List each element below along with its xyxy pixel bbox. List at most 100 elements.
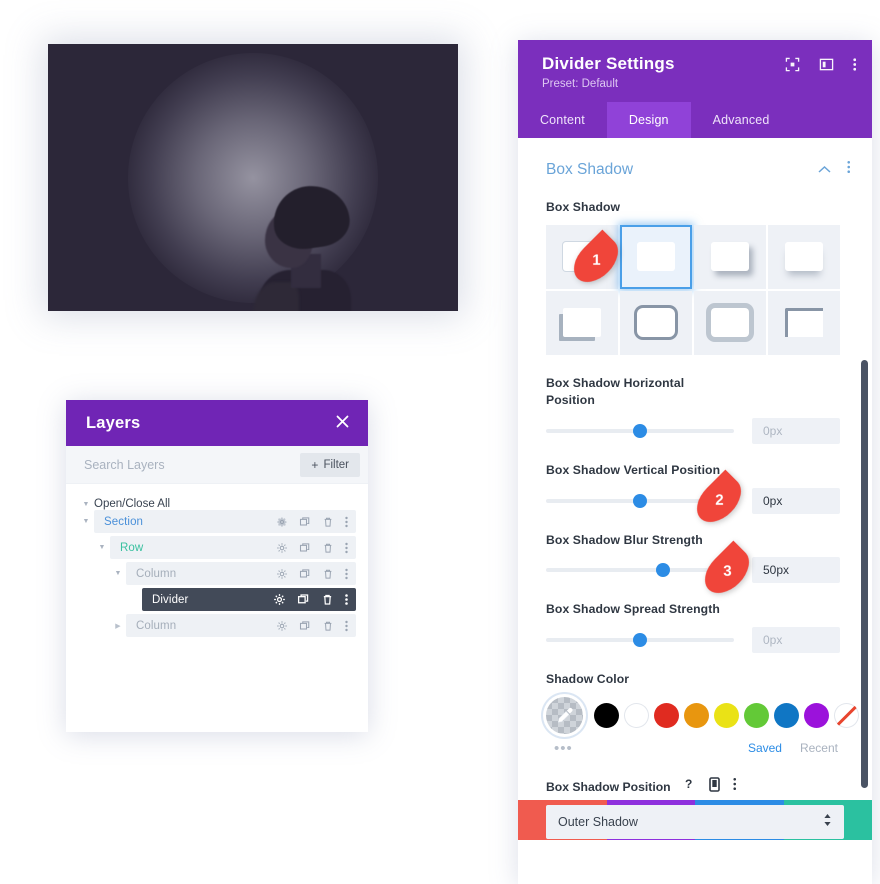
shadow-color-field: Shadow Color ••• Saved Recent: [518, 671, 872, 757]
horizontal-position-label: Box Shadow Horizontal Position: [546, 375, 685, 408]
table-row[interactable]: Divider: [66, 588, 368, 611]
vertical-position-input[interactable]: 0px: [752, 487, 840, 514]
trash-icon[interactable]: [322, 620, 334, 632]
panel-scrollbar[interactable]: [861, 360, 868, 788]
chevron-up-icon[interactable]: [817, 161, 831, 179]
list-item: Divider: [152, 593, 189, 606]
chevron-right-icon[interactable]: ▶: [110, 622, 126, 630]
kebab-icon[interactable]: [846, 160, 851, 179]
tab-advanced[interactable]: Advanced: [691, 102, 792, 138]
duplicate-icon[interactable]: [297, 593, 310, 606]
layer-row-column-2[interactable]: Column: [126, 614, 356, 637]
swatch-red[interactable]: [654, 702, 679, 728]
box-shadow-preset-soft[interactable]: [694, 290, 766, 355]
slider-thumb[interactable]: [633, 493, 647, 508]
slider-thumb[interactable]: [633, 424, 647, 439]
swatch-none[interactable]: [834, 702, 859, 728]
search-input[interactable]: [84, 457, 301, 472]
chevron-down-icon[interactable]: ▼: [94, 544, 110, 551]
position-label-row: Box Shadow Position ?: [546, 777, 844, 797]
gear-icon[interactable]: [276, 568, 288, 580]
swatch-green[interactable]: [744, 702, 769, 728]
kebab-icon[interactable]: [733, 777, 737, 796]
kebab-icon[interactable]: [345, 620, 348, 632]
trash-icon[interactable]: [322, 516, 334, 528]
focus-icon[interactable]: [785, 57, 800, 77]
question-icon[interactable]: ?: [684, 777, 696, 796]
vertical-position-field: Box Shadow Vertical Position 0px: [518, 462, 872, 514]
swatch-blue[interactable]: [774, 702, 799, 728]
swatch-meta-row: ••• Saved Recent: [546, 740, 844, 757]
duplicate-icon[interactable]: [299, 568, 311, 580]
kebab-icon[interactable]: [345, 593, 348, 606]
mobile-icon[interactable]: [708, 777, 720, 797]
spread-strength-slider[interactable]: [546, 631, 734, 649]
layer-row-section[interactable]: Section: [94, 510, 356, 533]
swatch-orange[interactable]: [684, 702, 709, 728]
layer-row-row[interactable]: Row: [110, 536, 356, 559]
duplicate-icon[interactable]: [299, 516, 311, 528]
slider-thumb[interactable]: [655, 563, 670, 578]
tab-design[interactable]: Design: [606, 102, 691, 138]
saved-colors-link[interactable]: Saved: [748, 741, 782, 755]
gear-icon[interactable]: [273, 593, 286, 606]
tab-content[interactable]: Content: [518, 102, 607, 138]
box-shadow-position-select[interactable]: Outer Shadow: [546, 804, 844, 839]
list-item: Section: [104, 515, 144, 528]
spread-strength-input[interactable]: 0px: [752, 627, 840, 654]
filter-button[interactable]: + Filter: [300, 452, 360, 477]
table-row[interactable]: ▼ Section: [66, 510, 368, 533]
box-shadow-preset-corner[interactable]: [546, 290, 618, 355]
close-icon[interactable]: [335, 414, 350, 432]
screenshot-root: Layers + Filter ▼ Open/Close All ▼: [0, 0, 880, 884]
box-shadow-preset-top-left[interactable]: [768, 290, 840, 355]
kebab-icon[interactable]: [345, 542, 348, 554]
kebab-icon[interactable]: [345, 568, 348, 580]
blur-strength-field: Box Shadow Blur Strength 50px: [518, 532, 872, 584]
table-row[interactable]: ▼ Row: [66, 536, 368, 559]
horizontal-position-slider[interactable]: [546, 422, 734, 440]
swatch-black[interactable]: [594, 702, 619, 728]
blur-strength-label: Box Shadow Blur Strength: [546, 532, 703, 547]
swatch-white[interactable]: [624, 702, 649, 728]
chevron-down-icon: ▼: [82, 500, 90, 508]
kebab-icon[interactable]: [345, 516, 348, 528]
duplicate-icon[interactable]: [299, 620, 311, 632]
chevron-down-icon[interactable]: ▼: [110, 570, 126, 577]
trash-icon[interactable]: [322, 542, 334, 554]
table-row[interactable]: ▶ Column: [66, 614, 368, 637]
row-actions: [273, 593, 348, 606]
open-close-all-row[interactable]: ▼ Open/Close All: [66, 498, 368, 510]
box-shadow-preset-bottom[interactable]: [768, 224, 840, 289]
spread-strength-field: Box Shadow Spread Strength 0px: [518, 601, 872, 654]
trash-icon[interactable]: [321, 593, 334, 606]
horizontal-position-input[interactable]: 0px: [752, 418, 840, 445]
box-shadow-preset-offset[interactable]: [694, 224, 766, 289]
duplicate-icon[interactable]: [299, 542, 311, 554]
box-shadow-position-field: Box Shadow Position ? Outer Shadow: [518, 777, 872, 839]
kebab-icon[interactable]: [852, 57, 857, 77]
table-row[interactable]: ▼ Column: [66, 562, 368, 585]
blur-strength-input[interactable]: 50px: [752, 557, 840, 584]
gear-icon[interactable]: [276, 542, 288, 554]
eyedropper-icon[interactable]: [546, 696, 583, 734]
swatch-yellow[interactable]: [714, 702, 739, 728]
box-shadow-section-header[interactable]: Box Shadow: [518, 138, 872, 179]
layer-row-column[interactable]: Column: [126, 562, 356, 585]
slider-thumb[interactable]: [633, 633, 647, 648]
gear-icon[interactable]: [276, 620, 288, 632]
ellipsis-icon[interactable]: •••: [546, 740, 573, 757]
box-shadow-preset-glow[interactable]: [620, 224, 692, 289]
layer-row-divider[interactable]: Divider: [142, 588, 356, 611]
recent-colors-link[interactable]: Recent: [800, 741, 838, 755]
trash-icon[interactable]: [322, 568, 334, 580]
layout-panel-icon[interactable]: [819, 57, 834, 77]
radial-glow: [128, 52, 378, 303]
horizontal-position-field: Box Shadow Horizontal Position 0px: [518, 375, 872, 445]
section-title: Box Shadow: [546, 160, 634, 178]
chevron-down-icon[interactable]: ▼: [78, 518, 94, 525]
preset-selector[interactable]: Preset: Default: [542, 78, 854, 90]
swatch-purple[interactable]: [804, 702, 829, 728]
box-shadow-preset-outline[interactable]: [620, 290, 692, 355]
gear-icon[interactable]: [276, 516, 288, 528]
